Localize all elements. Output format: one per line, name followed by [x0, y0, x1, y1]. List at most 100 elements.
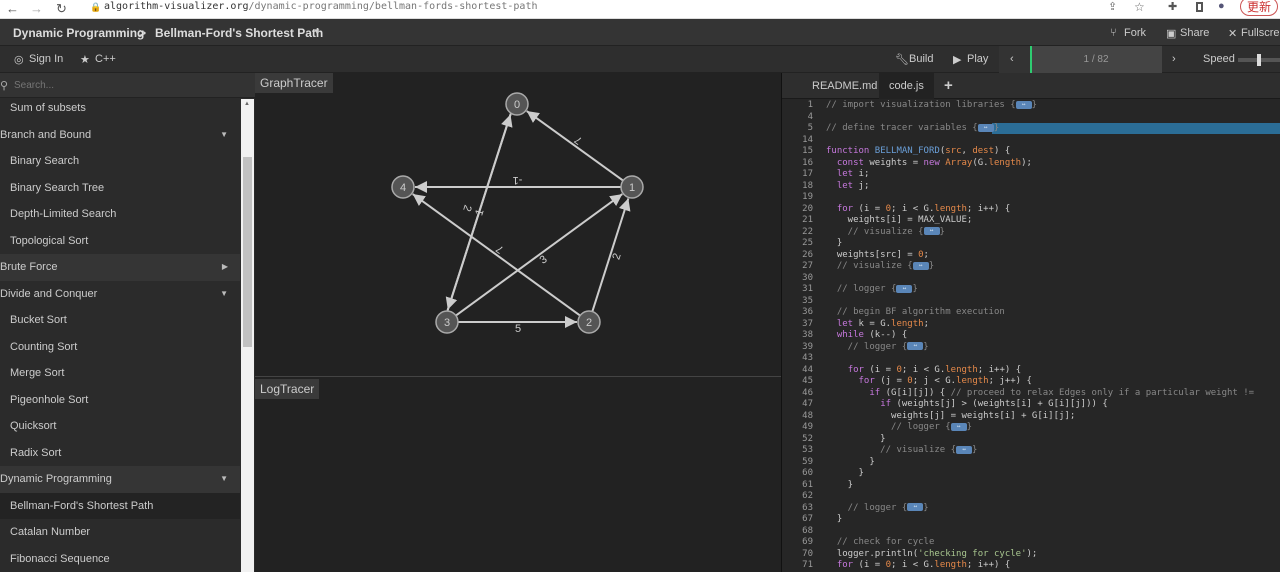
address-bar[interactable]: algorithm-visualizer.org/dynamic-program… [104, 0, 537, 13]
sidebar-item[interactable]: Quicksort [0, 413, 240, 440]
sidebar-item[interactable]: Branch and Bound ▼ [0, 121, 240, 148]
speed-slider-thumb[interactable] [1257, 54, 1261, 66]
line-code: } [826, 238, 842, 250]
graph-node[interactable]: 1 [620, 175, 644, 199]
extensions-icon[interactable]: ✚ [1168, 0, 1177, 13]
line-number: 36 [802, 307, 813, 317]
fold-widget-icon[interactable]: ↔ [1015, 100, 1032, 109]
sidebar-item[interactable]: Bucket Sort [0, 307, 240, 334]
line-code: for (i = 0; i < G.length; i++) { [826, 560, 1010, 572]
sidebar-item[interactable]: Brute Force ▶ [0, 254, 240, 281]
progress-bar[interactable]: 1 / 82 [1030, 46, 1162, 73]
next-step-button[interactable]: › [1172, 53, 1176, 65]
sidebar-item[interactable]: Merge Sort [0, 360, 240, 387]
fold-widget-icon[interactable]: ↔ [896, 284, 913, 293]
share-page-icon[interactable]: ⇪ [1108, 0, 1117, 13]
sidebar-item[interactable]: Divide and Conquer ▼ [0, 280, 240, 307]
sidebar-item[interactable]: Sum of subsets [0, 95, 240, 122]
sidepanel-icon[interactable] [1196, 2, 1203, 12]
wrench-icon: 🔧︎ [895, 54, 909, 66]
code-token: (i = [863, 364, 897, 375]
code-area[interactable]: 1// import visualization libraries {↔} 4 5… [782, 99, 1280, 572]
tab-code-js[interactable]: code.js [879, 73, 934, 99]
reload-icon[interactable]: ↻ [56, 1, 67, 17]
fold-widget-icon[interactable]: ↔ [907, 503, 924, 511]
scrollbar-thumb[interactable] [243, 157, 252, 347]
line-number: 27 [802, 261, 813, 271]
search-input[interactable] [14, 77, 234, 93]
code-token: } [1031, 100, 1038, 110]
line-code: } [826, 457, 874, 469]
sidebar-item[interactable]: Bellman-Ford's Shortest Path [0, 492, 240, 519]
graph-node[interactable]: 0 [505, 92, 529, 116]
line-number: 68 [802, 525, 813, 536]
graph-node[interactable]: 4 [391, 175, 415, 199]
fold-widget-icon[interactable]: ↔ [950, 422, 967, 431]
code-token: for [836, 560, 854, 570]
line-code: weights[i] = MAX_VALUE; [826, 215, 973, 227]
chevron-down-icon[interactable]: ▼ [313, 27, 321, 36]
node-label: 3 [444, 317, 450, 329]
editor-tabs: README.md code.js + [782, 73, 1280, 99]
graph-node[interactable]: 3 [435, 310, 459, 334]
fold-widget-icon[interactable]: ↔ [912, 261, 929, 270]
fork-button[interactable]: Fork [1124, 27, 1146, 39]
code-token: (G. [972, 157, 989, 168]
fold-widget-icon[interactable]: ↔ [923, 227, 940, 235]
add-tab-button[interactable]: + [934, 73, 963, 99]
line-number: 18 [802, 180, 813, 191]
sidebar-item[interactable]: Pigeonhole Sort [0, 387, 240, 414]
tab-readme[interactable]: README.md [802, 73, 887, 99]
speed-label: Speed [1203, 53, 1235, 65]
language-button[interactable]: C++ [95, 53, 116, 65]
code-line: 27 // visualize {↔} [782, 261, 1280, 273]
build-button[interactable]: Build [909, 53, 933, 65]
node-label: 1 [629, 182, 635, 194]
sidebar-item[interactable]: Depth-Limited Search [0, 201, 240, 228]
prev-step-button[interactable]: ‹ [999, 46, 1030, 73]
back-icon[interactable]: ← [6, 1, 19, 16]
sidebar-scrollbar[interactable]: ▲ [241, 99, 254, 572]
sidebar-item[interactable]: Counting Sort [0, 334, 240, 361]
fold-widget-icon[interactable]: ↔ [956, 445, 973, 454]
breadcrumb-category[interactable]: Dynamic Programming [13, 26, 144, 40]
edge-weight: 2 [610, 252, 623, 261]
code-token: dest [972, 146, 995, 156]
fullscreen-button[interactable]: Fullscreen [1241, 27, 1280, 39]
play-button[interactable]: Play [967, 53, 988, 65]
code-token: (k--) { [863, 330, 908, 340]
share-button[interactable]: Share [1180, 27, 1209, 39]
sidebar-item[interactable]: Binary Search Tree [0, 175, 240, 202]
fold-widget-icon[interactable]: ↔ [977, 123, 994, 132]
forward-icon[interactable]: → [30, 1, 43, 16]
speed-slider[interactable] [1238, 54, 1280, 66]
graph-tracer-panel: GraphTracer 7-112327501234 [255, 73, 781, 376]
line-code: while (k--) { [826, 330, 907, 342]
update-button[interactable]: 更新 [1240, 0, 1279, 16]
sidebar-item[interactable]: Binary Search [0, 148, 240, 175]
code-line: 67 } [782, 514, 1280, 526]
graph-node[interactable]: 2 [577, 310, 601, 334]
sidebar-item[interactable]: Fibonacci Sequence [0, 546, 240, 572]
code-token: // visualize { [826, 261, 913, 271]
scroll-up-icon[interactable]: ▲ [244, 101, 250, 107]
code-token: (j = [874, 376, 908, 386]
algorithm-title[interactable]: Bellman-Ford's Shortest Path [155, 26, 323, 40]
sidebar-item-label: Radix Sort [10, 446, 62, 459]
sidebar-item[interactable]: Dynamic Programming ▼ [0, 466, 240, 493]
code-line: 31 // logger {↔} [782, 284, 1280, 296]
sidebar-item[interactable]: Topological Sort [0, 228, 240, 255]
line-code: let i; [826, 169, 870, 181]
code-token: // logger { [826, 284, 897, 294]
code-token: if [869, 387, 881, 398]
bookmark-star-icon[interactable]: ☆ [1134, 0, 1145, 14]
sidebar-item[interactable]: Radix Sort [0, 440, 240, 467]
profile-icon[interactable]: ● [1218, 0, 1225, 12]
code-token: } [826, 479, 854, 490]
fold-widget-icon[interactable]: ↔ [907, 342, 924, 350]
sidebar-item[interactable]: Catalan Number [0, 519, 240, 546]
sign-in-button[interactable]: Sign In [29, 53, 63, 65]
